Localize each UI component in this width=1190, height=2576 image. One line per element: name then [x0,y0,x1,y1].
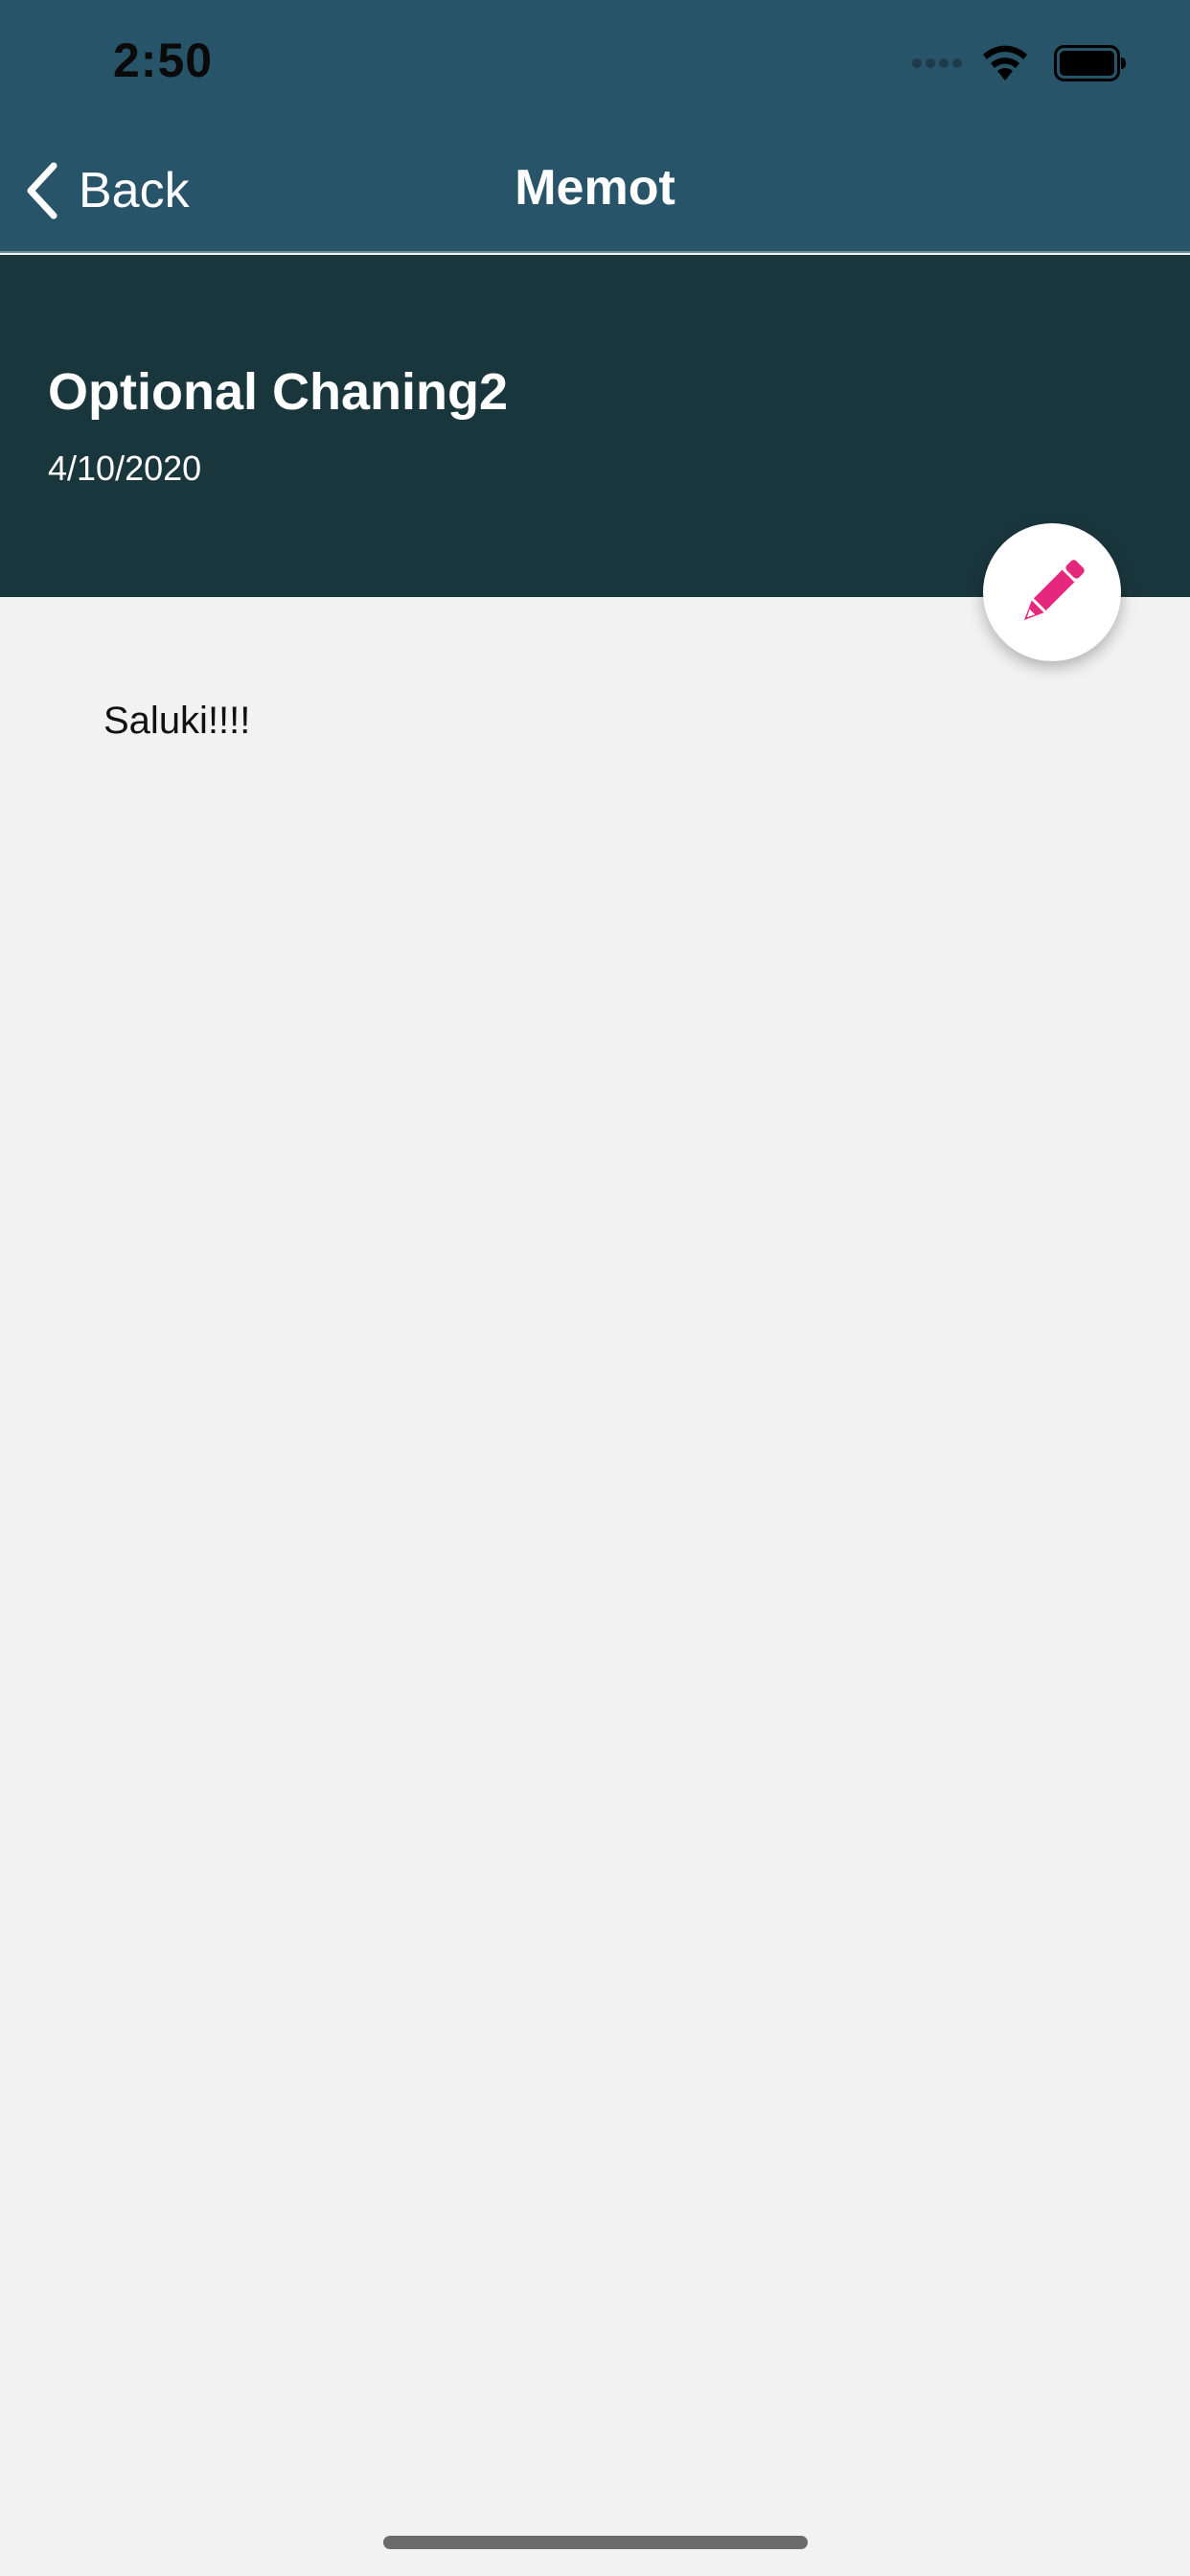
nav-title: Memot [515,160,675,216]
top-bar: 2:50 Back Memot [0,0,1190,253]
battery-icon [1054,45,1126,81]
memo-date: 4/10/2020 [48,448,202,488]
memo-body-text: Saluki!!!! [103,700,251,742]
edit-memo-button[interactable] [983,523,1121,661]
status-icons [912,42,1127,84]
home-indicator[interactable] [383,2536,808,2549]
cellular-signal-icon [912,58,966,68]
status-time: 2:50 [113,34,214,87]
memo-detail-screen: 2:50 Back Memot Optional Chaning2 4/10/2… [0,0,1190,2576]
wifi-icon [983,45,1027,80]
memo-title: Optional Chaning2 [48,363,508,421]
pencil-icon [1024,560,1085,620]
